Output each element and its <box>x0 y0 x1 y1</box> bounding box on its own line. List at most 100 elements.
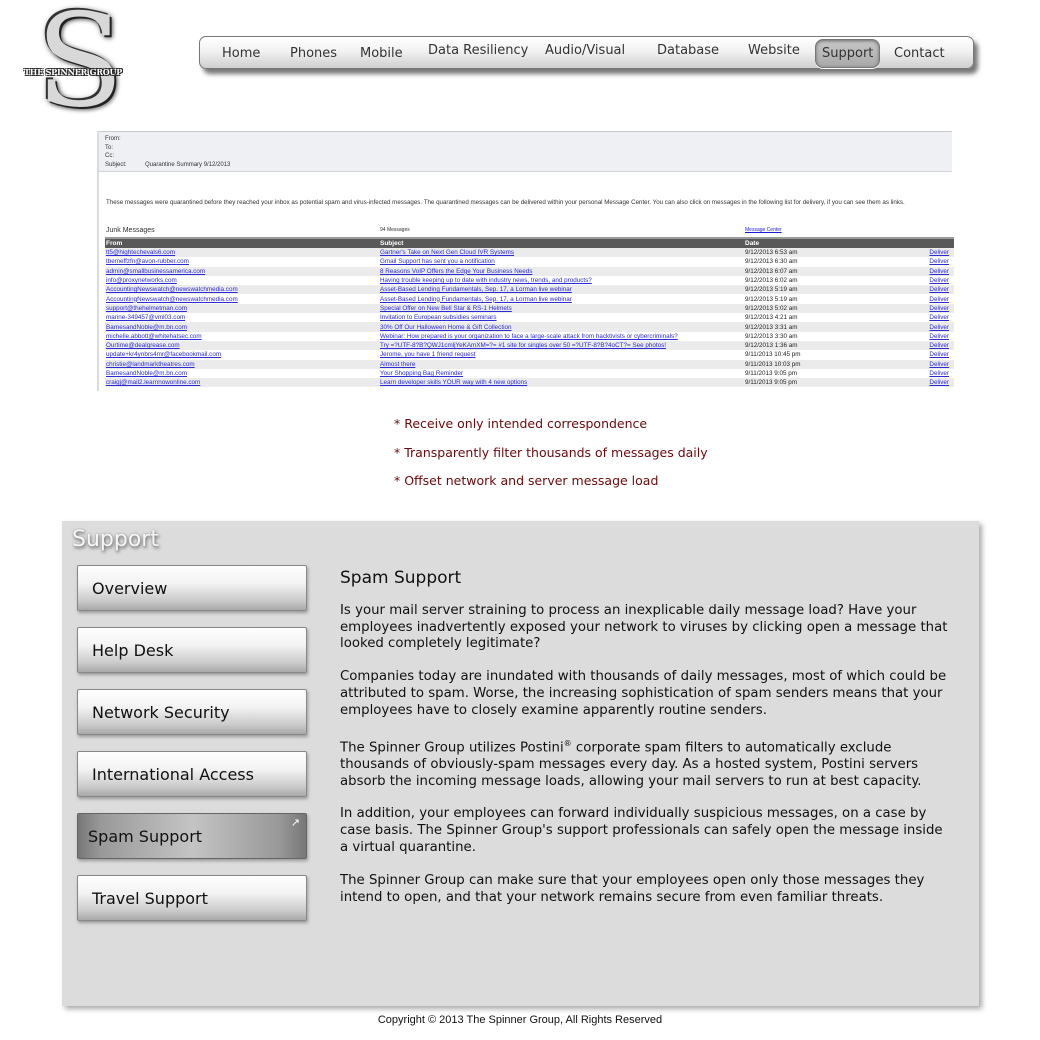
deliver-link[interactable]: Deliver <box>929 305 949 312</box>
nav-contact[interactable]: Contact <box>894 41 945 67</box>
subject-link[interactable]: Gartner's Take on Next Gen Cloud IVR Sys… <box>380 249 514 256</box>
deliver-link[interactable]: Deliver <box>929 370 949 377</box>
quarantine-row: christie@landmarktheatres.com Almost ther… <box>105 359 954 369</box>
sender-link[interactable]: info@proxynetworks.com <box>106 277 177 284</box>
row-subject: Gmail Support has sent you a notificatio… <box>379 257 744 267</box>
content-paragraph: In addition, your employees can forward … <box>340 806 943 855</box>
sender-link[interactable]: update+kr4ynbrs4mr@facebookmail.com <box>106 351 221 358</box>
subject-link[interactable]: Special Offer on New Bell Star & RS-1 He… <box>380 305 512 312</box>
row-date: 9/12/2013 1:36 am <box>744 340 894 351</box>
quarantine-row: Ourtime@dealgrease.com Try =?UTF-8?B?QWJ1… <box>105 340 954 351</box>
content-paragraph: The Spinner Group can make sure that you… <box>340 872 925 905</box>
sender-link[interactable]: marine-349457@vml03.com <box>106 314 185 321</box>
deliver-link[interactable]: Deliver <box>929 379 949 386</box>
deliver-link[interactable]: Deliver <box>929 361 949 368</box>
sender-link[interactable]: admin@smallbusinessamerica.com <box>106 268 205 275</box>
nav-audio-visual[interactable]: Audio/Visual <box>545 38 625 64</box>
registered-mark: ® <box>563 738 572 748</box>
deliver-link[interactable]: Deliver <box>929 249 949 256</box>
sender-link[interactable]: BarnesandNoble@m.bn.com <box>106 324 187 331</box>
deliver-link[interactable]: Deliver <box>929 333 949 340</box>
row-action: Deliver <box>894 275 954 286</box>
row-date: 9/12/2013 3:31 am <box>744 322 894 332</box>
sender-link[interactable]: christie@landmarktheatres.com <box>106 361 195 368</box>
subject-link[interactable]: Gmail Support has sent you a notificatio… <box>380 258 495 265</box>
nav-database[interactable]: Database <box>657 38 719 64</box>
nav-website[interactable]: Website <box>748 38 800 64</box>
deliver-link[interactable]: Deliver <box>929 296 949 303</box>
subject-link[interactable]: Having trouble keeping up to date with i… <box>380 277 592 284</box>
sender-link[interactable]: craigj@mail2.learnnowonline.com <box>106 379 200 386</box>
row-subject: Gartner's Take on Next Gen Cloud IVR Sys… <box>379 248 744 258</box>
subject-link[interactable]: Try =?UTF-8?B?QWJ1cmljYeKAmXM=?= #1 site… <box>380 342 666 349</box>
nav-mobile[interactable]: Mobile <box>360 41 403 67</box>
deliver-link[interactable]: Deliver <box>929 268 949 275</box>
subject-link[interactable]: Almost there <box>380 361 415 368</box>
subject-link[interactable]: Your Shopping Bag Reminder <box>380 370 463 377</box>
row-subject: 8 Reasons VoIP Offers the Edge Your Busi… <box>379 266 744 276</box>
deliver-link[interactable]: Deliver <box>929 351 949 358</box>
side-menu-help-desk[interactable]: Help Desk <box>77 627 307 673</box>
nav-home[interactable]: Home <box>222 41 260 67</box>
row-subject: Special Offer on New Bell Star & RS-1 He… <box>379 303 744 314</box>
deliver-link[interactable]: Deliver <box>929 324 949 331</box>
row-from: Ourtime@dealgrease.com <box>105 340 379 351</box>
row-from: AccountingNewswatch@newswatchmedia.com <box>105 285 379 295</box>
quarantine-row: AccountingNewswatch@newswatchmedia.com As… <box>105 294 954 304</box>
external-arrow-icon: ↗ <box>290 816 300 829</box>
sender-link[interactable]: Ourtime@dealgrease.com <box>106 342 180 349</box>
quarantine-row: tt5@hightechevals6.com Gartner's Take on … <box>105 248 954 258</box>
subject-link[interactable]: Invitation to European subsidies seminar… <box>380 314 497 321</box>
quarantine-row: info@proxynetworks.com Having trouble kee… <box>105 275 954 286</box>
deliver-link[interactable]: Deliver <box>929 258 949 265</box>
sender-link[interactable]: support@thehelmetman.com <box>106 305 187 312</box>
sender-link[interactable]: AccountingNewswatch@newswatchmedia.com <box>106 296 238 303</box>
nav-phones[interactable]: Phones <box>290 41 337 67</box>
subject-link[interactable]: Jerome, you have 1 friend request <box>380 351 476 358</box>
sender-link[interactable]: BarnesandNoble@m.bn.com <box>106 370 187 377</box>
quarantine-row: admin@smallbusinessamerica.com 8 Reasons … <box>105 266 954 276</box>
deliver-link[interactable]: Deliver <box>929 314 949 321</box>
subject-link[interactable]: 30% Off Our Halloween Home & Gift Collec… <box>380 324 511 331</box>
message-count: 94 Messages <box>380 227 410 233</box>
row-from: admin@smallbusinessamerica.com <box>105 266 379 276</box>
nav-support[interactable]: Support <box>815 39 881 68</box>
row-date: 9/12/2013 5:02 am <box>744 303 894 314</box>
side-menu-label: Spam Support <box>88 827 203 846</box>
footer-copyright: Copyright © 2013 The Spinner Group, All … <box>377 1014 663 1026</box>
quarantine-email-screenshot: From: To: Cc: Subject: Quarantine Summary… <box>97 131 954 391</box>
content-heading: Spam Support <box>340 568 462 588</box>
sender-link[interactable]: tbemeffzfn@avon-rubber.com <box>106 258 189 265</box>
side-menu-spam-support[interactable]: Spam Support ↗ <box>77 813 307 859</box>
quarantine-row: michelle.abbott@whitehatsec.com Webinar: … <box>105 331 954 341</box>
deliver-link[interactable]: Deliver <box>929 277 949 284</box>
col-date: Date <box>744 237 894 248</box>
sender-link[interactable]: AccountingNewswatch@newswatchmedia.com <box>106 286 238 293</box>
sender-link[interactable]: tt5@hightechevals6.com <box>106 249 175 256</box>
nav-data-resiliency[interactable]: Data Resiliency <box>428 38 528 64</box>
quarantine-row: AccountingNewswatch@newswatchmedia.com As… <box>105 285 954 295</box>
subject-link[interactable]: Learn developer skills YOUR way with 4 n… <box>380 379 527 386</box>
row-date: 9/11/2013 9:05 pm <box>744 378 894 388</box>
side-menu-overview[interactable]: Overview <box>77 565 307 611</box>
row-from: michelle.abbott@whitehatsec.com <box>105 331 379 341</box>
subject-link[interactable]: 8 Reasons VoIP Offers the Edge Your Busi… <box>380 268 532 275</box>
deliver-link[interactable]: Deliver <box>929 286 949 293</box>
message-center-link[interactable]: Message Center <box>745 227 782 233</box>
side-menu-international-access[interactable]: International Access <box>77 751 307 797</box>
spinner-group-logo[interactable]: S THE SPINNER GROUP <box>22 0 124 130</box>
subject-link[interactable]: Webinar: How prepared is your organizati… <box>380 333 678 340</box>
to-label: To: <box>105 144 114 151</box>
subject-link[interactable]: Asset-Based Lending Fundamentals, Sep. 1… <box>380 286 572 293</box>
sender-link[interactable]: michelle.abbott@whitehatsec.com <box>106 333 202 340</box>
row-subject: Having trouble keeping up to date with i… <box>379 275 744 286</box>
email-header: From: To: Cc: Subject: Quarantine Summary… <box>99 131 952 172</box>
side-menu-travel-support[interactable]: Travel Support <box>77 875 307 921</box>
subject-label: Subject: <box>105 161 127 168</box>
row-action: Deliver <box>894 248 954 258</box>
side-menu-network-security[interactable]: Network Security <box>77 689 307 735</box>
bullet-item: * Transparently filter thousands of mess… <box>394 444 708 460</box>
deliver-link[interactable]: Deliver <box>929 342 949 349</box>
subject-link[interactable]: Asset-Based Lending Fundamentals, Sep. 1… <box>380 296 572 303</box>
row-subject: Asset-Based Lending Fundamentals, Sep. 1… <box>379 285 744 295</box>
